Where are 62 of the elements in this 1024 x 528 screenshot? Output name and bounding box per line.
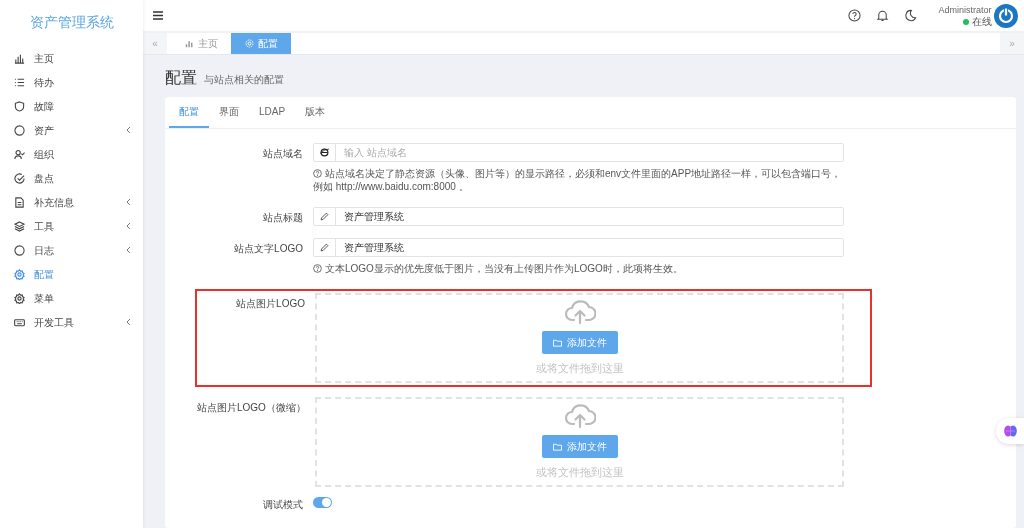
document-icon [14,196,25,208]
sidebar-item[interactable]: 盘点 [0,166,143,190]
sidebar-item[interactable]: 资产 [0,118,143,142]
sidebar-item[interactable]: 故障 [0,94,143,118]
folder-icon [552,442,562,451]
page-subtitle: 与站点相关的配置 [204,73,284,87]
help-icon [313,169,322,179]
sidebar-item[interactable]: 待办 [0,70,143,94]
gear-icon [14,292,25,304]
help-text: 站点域名决定了静态资源（头像、图片等）的显示路径，必须和env文件里面的APP地址路径一样，可以包含端口号，例如 http://www.baidu.com:8000 。 [313,167,843,194]
sidebar-item[interactable]: 工具 [0,214,143,238]
settings-tab[interactable]: 版本 [295,97,336,129]
toggle-switch[interactable] [313,497,332,509]
text-field[interactable]: 资产管理系统 [313,207,844,227]
field-label: 站点图片LOGO（微缩） [197,401,305,416]
settings-tab[interactable]: 界面 [209,97,249,129]
cloud-upload-icon [563,403,596,430]
field-label: 站点域名 [262,147,303,162]
chart-icon [14,52,25,64]
shield-icon [14,100,25,112]
circle-icon [14,124,25,136]
text-field[interactable]: 资产管理系统 [313,238,844,258]
app-title: 资产管理系统 [28,13,115,32]
help-icon [313,264,322,274]
status-text: 在线 [971,15,992,28]
globe-icon [320,148,329,158]
help-icon[interactable] [848,9,862,22]
sidebar-item[interactable]: 组织 [0,142,143,166]
folder-icon [552,338,562,347]
field-label: 站点文字LOGO [233,242,303,257]
sidebar-item[interactable]: 主页 [0,46,143,70]
sidebar-item[interactable]: 开发工具 [0,310,143,334]
user-check-icon [14,148,25,160]
settings-tab[interactable]: 配置 [169,97,209,129]
assistant-button[interactable] [996,418,1024,444]
page-title: 配置 [165,68,197,88]
chart-icon [184,39,194,48]
settings-tab[interactable]: LDAP [249,97,296,129]
user-name: Administrator [938,3,992,16]
cloud-upload-icon [563,299,596,326]
sidebar-item[interactable]: 补充信息 [0,190,143,214]
avatar-icon[interactable] [994,3,1018,28]
keyboard-icon [14,316,25,328]
pencil-icon [320,212,329,222]
gear-icon [14,268,25,280]
menu-icon[interactable] [153,11,163,20]
field-label: 站点标题 [262,211,303,226]
field-label: 调试模式 [262,498,303,513]
list-icon [14,76,25,88]
sidebar-item[interactable]: 配置 [0,262,143,286]
brain-icon [1003,425,1017,437]
layers-icon [14,220,25,232]
bell-icon[interactable] [876,9,890,22]
help-text: 文本LOGO显示的优先度低于图片，当没有上传图片作为LOGO时，此项将生效。 [313,262,844,276]
sidebar-item[interactable]: 日志 [0,238,143,262]
moon-icon[interactable] [904,9,918,22]
sidebar-item[interactable]: 菜单 [0,286,143,310]
pencil-icon [320,243,329,253]
circle-icon [14,244,25,256]
gear-icon [244,39,254,48]
field-label: 站点图片LOGO [235,297,305,312]
text-field[interactable]: 输入 站点域名 [313,143,844,163]
